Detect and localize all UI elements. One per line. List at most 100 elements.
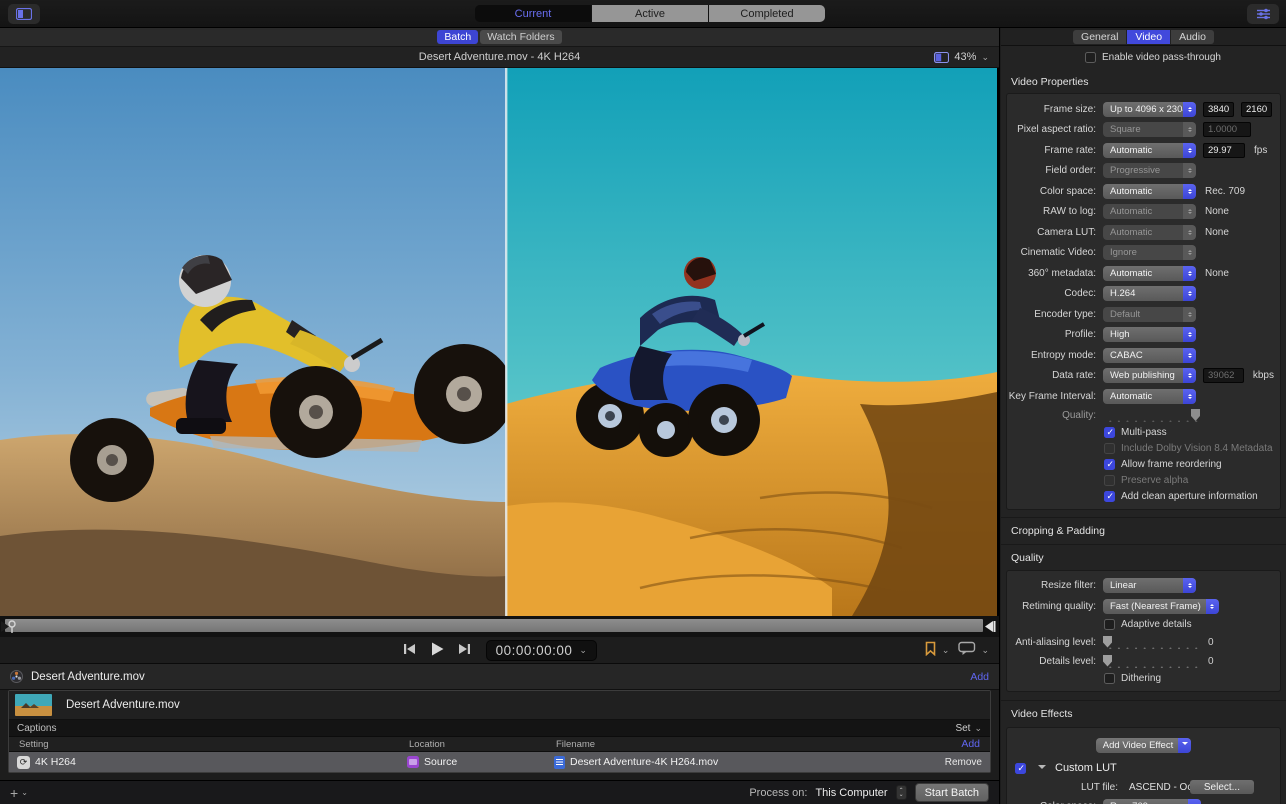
multi-pass-checkbox[interactable] (1104, 427, 1115, 438)
key-frame-interval-popup[interactable]: Automatic (1103, 388, 1196, 404)
segment-active[interactable]: Active (592, 5, 708, 22)
preview-zoom-control[interactable]: 43% ⌄ (934, 47, 989, 67)
process-cluster: Process on: This Computer ⌃ ⌄ Start Batc… (749, 783, 989, 802)
resize-filter-popup[interactable]: Linear (1103, 578, 1196, 594)
frame-rate-popup[interactable]: Automatic (1103, 142, 1196, 158)
slider-thumb[interactable] (1103, 635, 1112, 648)
adaptive-details-checkbox[interactable] (1104, 619, 1115, 630)
chevron-down-icon[interactable]: ⌄ (942, 645, 950, 655)
color-space-popup[interactable]: Automatic (1103, 183, 1196, 199)
play-button[interactable] (430, 642, 444, 659)
previous-frame-button[interactable] (402, 643, 416, 658)
chevron-down-icon: ⌄ (981, 51, 989, 62)
popup-arrows-icon (1183, 388, 1196, 404)
custom-lut-checkbox[interactable] (1015, 762, 1026, 774)
anti-aliasing-slider[interactable] (1103, 635, 1198, 649)
slider-thumb[interactable] (1103, 654, 1112, 667)
frame-width-field[interactable]: 3840 (1203, 101, 1234, 117)
frame-reordering-checkbox[interactable] (1104, 459, 1115, 470)
frame-rate-field[interactable]: 29.97 (1203, 142, 1245, 158)
toggle-batch-panel-button[interactable] (8, 4, 40, 24)
split-divider[interactable] (505, 68, 508, 616)
media-end-marker-icon (984, 620, 996, 636)
lut-color-space-popup[interactable]: Rec. 709 (1103, 799, 1201, 804)
sliders-icon (1256, 8, 1270, 20)
captions-set-control[interactable]: Set ⌄ (955, 723, 982, 734)
add-setting-link[interactable]: Add (961, 738, 980, 750)
segment-current[interactable]: Current (475, 5, 591, 22)
custom-lut-label: Custom LUT (1055, 762, 1117, 774)
process-target-select[interactable]: This Computer (815, 787, 887, 799)
data-rate-popup[interactable]: Web publishing (1103, 368, 1196, 384)
tab-watch-folders[interactable]: Watch Folders (480, 30, 562, 44)
timecode-display[interactable]: 00:00:00:00 ⌄ (485, 639, 598, 661)
popup-arrow-icon (1178, 737, 1192, 753)
output-row[interactable]: ⟳ 4K H264 Source Desert Adventure-4K H26… (9, 752, 990, 772)
toggle-inspector-button[interactable] (1247, 4, 1279, 24)
disclosure-triangle-icon[interactable] (1038, 765, 1046, 773)
job-card: Desert Adventure.mov Captions Set ⌄ Sett… (8, 690, 991, 773)
video-effects-panel: Add Video Effect Custom LUT LUT file: AS… (1006, 726, 1281, 804)
frame-size-popup[interactable]: Up to 4096 x 2304 (1103, 101, 1196, 117)
add-job-button[interactable]: + ⌄ (10, 785, 28, 801)
column-filename: Filename (556, 738, 596, 750)
add-output-link[interactable]: Add (970, 671, 989, 683)
select-lut-button[interactable]: Select... (1189, 780, 1254, 794)
codec-popup[interactable]: H.264 (1103, 286, 1196, 302)
playhead-marker[interactable] (0, 618, 16, 634)
captions-row[interactable]: Captions Set ⌄ (9, 720, 990, 737)
pass-through-row: Enable video pass-through (1001, 46, 1286, 69)
location-folder-icon (407, 756, 419, 768)
quality-panel: Resize filter: Linear Retiming quality: … (1006, 569, 1281, 692)
popup-arrows-icon (1183, 183, 1196, 199)
captions-label: Captions (17, 722, 57, 734)
transport-controls: 00:00:00:00 ⌄ ⌄ ⌄ (0, 637, 999, 664)
popup-arrows-icon (1183, 122, 1196, 138)
process-target-stepper[interactable]: ⌃ ⌄ (895, 785, 907, 800)
raw-to-log-popup: Automatic (1103, 204, 1196, 220)
section-video-properties: Video Properties (1011, 76, 1089, 88)
metadata-360-popup[interactable]: Automatic (1103, 265, 1196, 281)
annotation-button[interactable] (958, 641, 976, 659)
clean-aperture-checkbox[interactable] (1104, 491, 1115, 502)
pixel-aspect-field: 1.0000 (1203, 122, 1251, 138)
popup-arrows-icon (1183, 286, 1196, 302)
details-level-slider[interactable] (1103, 654, 1198, 668)
remove-output-button[interactable]: Remove (945, 752, 982, 772)
setting-name: 4K H264 (35, 756, 76, 768)
job-header-row[interactable]: Desert Adventure.mov Add (0, 664, 999, 690)
pass-through-label: Enable video pass-through (1102, 52, 1221, 63)
quality-slider (1103, 409, 1200, 422)
popup-arrows-icon (1183, 245, 1196, 261)
start-batch-button[interactable]: Start Batch (914, 783, 989, 802)
chevron-down-icon[interactable]: ⌄ (981, 645, 989, 655)
add-marker-button[interactable] (924, 641, 937, 659)
zoom-level: 43% (954, 51, 977, 63)
tab-audio[interactable]: Audio (1171, 29, 1214, 44)
data-rate-field: 39062 (1203, 368, 1244, 384)
tab-batch[interactable]: Batch (437, 30, 479, 44)
retiming-quality-popup[interactable]: Fast (Nearest Frame) (1103, 598, 1219, 614)
segment-completed[interactable]: Completed (709, 5, 825, 22)
next-frame-button[interactable] (458, 643, 472, 658)
entropy-mode-popup[interactable]: CABAC (1103, 347, 1196, 363)
frame-height-field[interactable]: 2160 (1241, 101, 1272, 117)
section-quality[interactable]: Quality (1001, 543, 1286, 570)
media-row[interactable]: Desert Adventure.mov (9, 691, 990, 720)
dolby-vision-checkbox (1104, 443, 1115, 454)
anti-aliasing-value: 0 (1208, 636, 1214, 648)
process-on-label: Process on: (749, 786, 808, 799)
timeline-scrubber[interactable] (0, 616, 999, 637)
bottom-toolbar: + ⌄ Process on: This Computer ⌃ ⌄ Start … (0, 780, 999, 804)
popup-arrows-icon (1183, 265, 1196, 281)
profile-popup[interactable]: High (1103, 327, 1196, 343)
section-cropping-padding[interactable]: Cropping & Padding (1001, 516, 1286, 544)
add-video-effect-button[interactable]: Add Video Effect (1095, 737, 1192, 753)
tab-video[interactable]: Video (1127, 29, 1171, 44)
enable-pass-through-checkbox[interactable] (1085, 52, 1096, 63)
tab-general[interactable]: General (1073, 29, 1127, 44)
dithering-checkbox[interactable] (1104, 673, 1115, 684)
media-thumbnail (15, 694, 52, 716)
scrubber-track[interactable] (5, 619, 983, 632)
pixel-aspect-popup: Square (1103, 122, 1196, 138)
